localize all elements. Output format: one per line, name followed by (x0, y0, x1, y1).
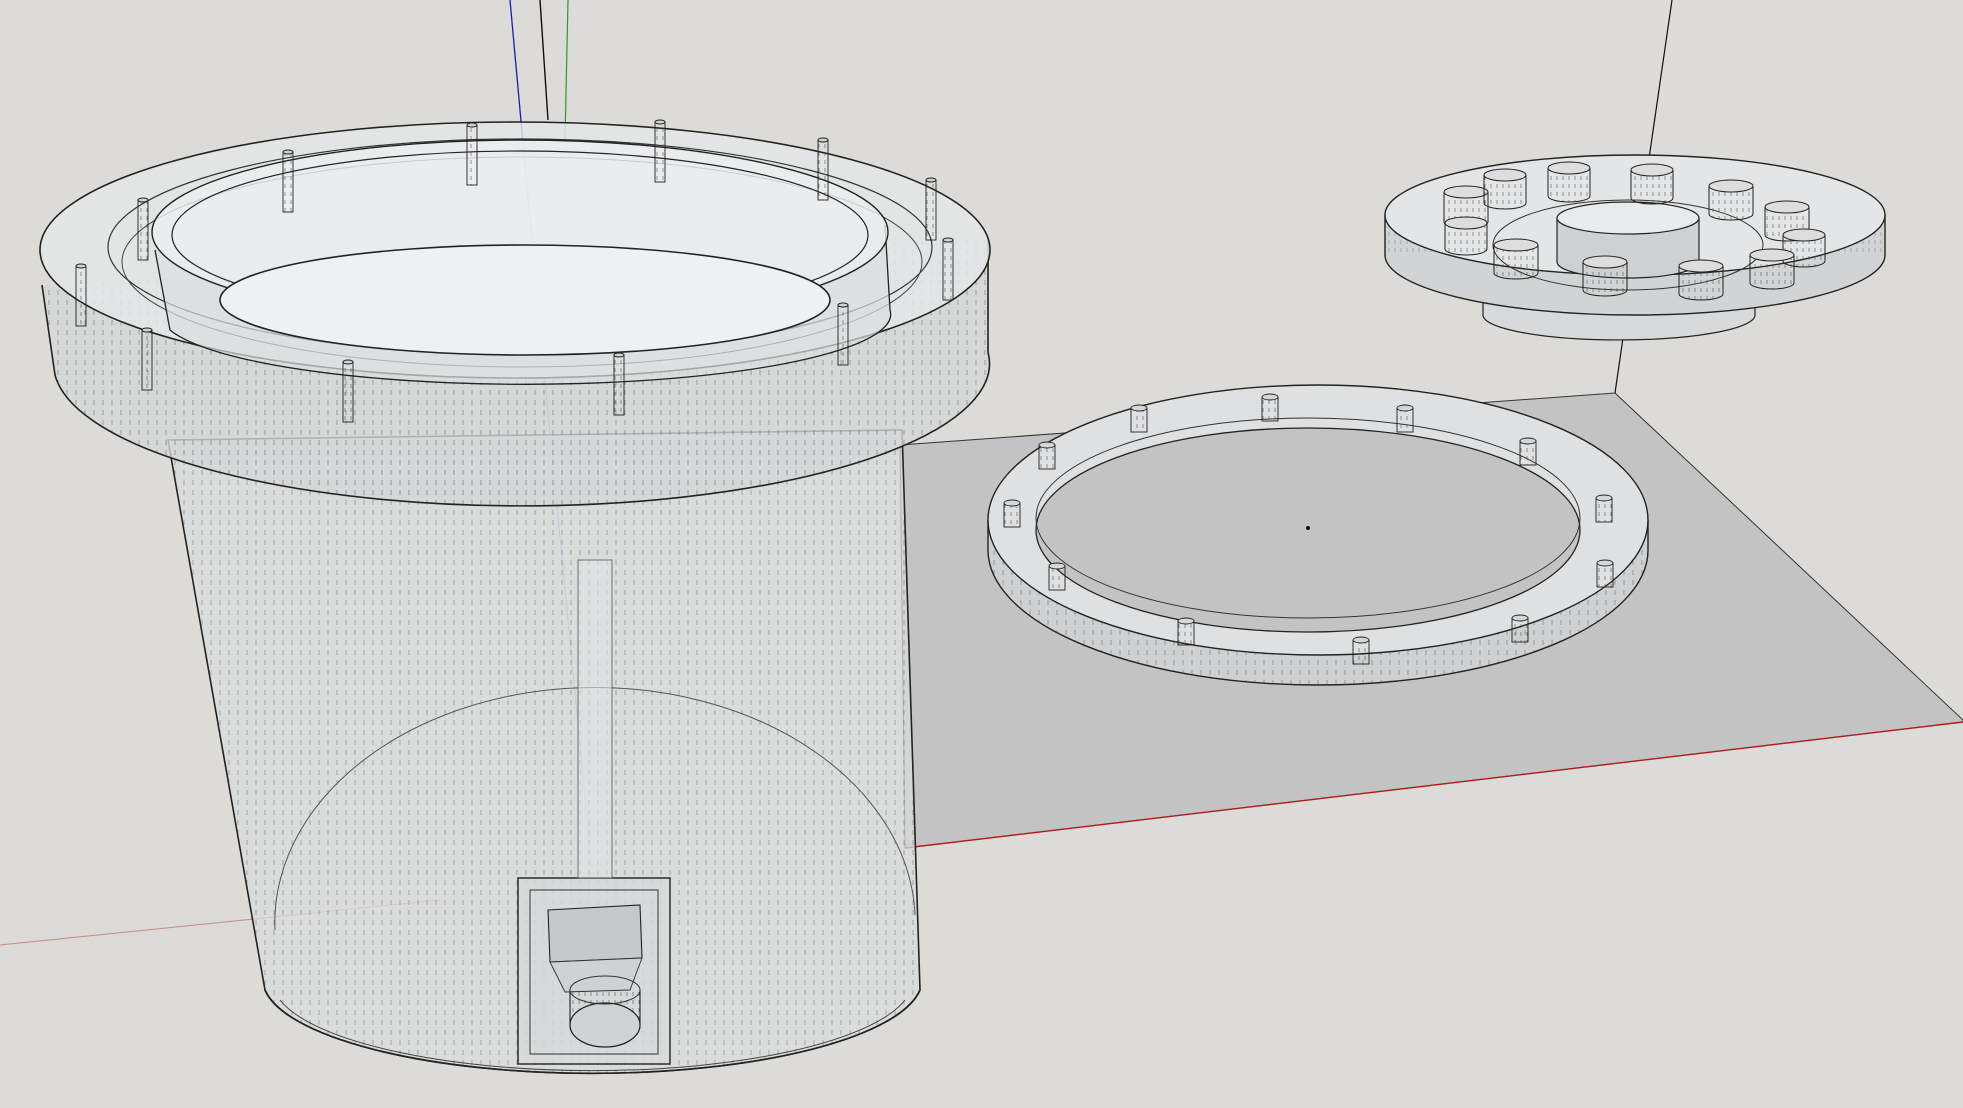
ring-center-point (1306, 526, 1310, 530)
axis-green-line (564, 0, 569, 141)
scene-canvas[interactable] (0, 0, 1963, 1108)
bucket-model[interactable] (39, 119, 991, 1075)
bucket-opening (219, 244, 831, 356)
axis-black-edge (539, 0, 549, 121)
modeling-viewport[interactable] (0, 0, 1963, 1108)
internal-riser (577, 559, 613, 879)
flange-ring-model[interactable] (987, 384, 1649, 686)
outlet-fitting (517, 877, 671, 1065)
lid-model[interactable] (1384, 154, 1886, 341)
